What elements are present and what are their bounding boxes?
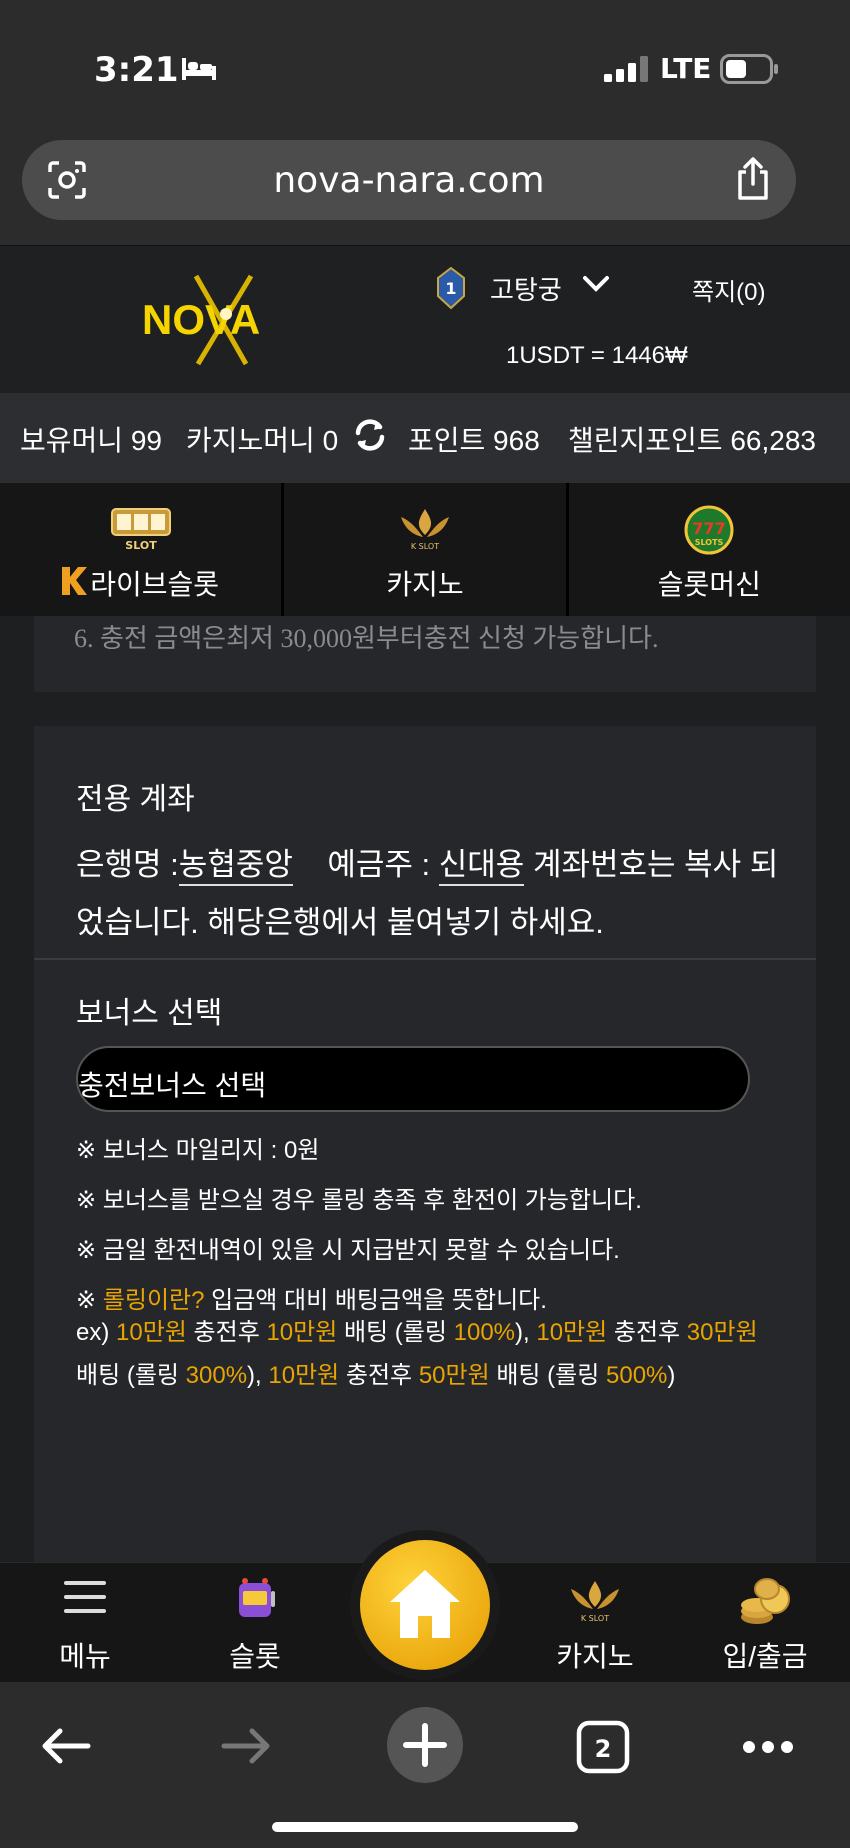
account-info: 은행명 :농협중앙 예금주 : 신대용 계좌번호는 복사 되었습니다. 해당은행… (76, 847, 779, 940)
url-text: nova-nara.com (273, 160, 545, 201)
svg-text:K SLOT: K SLOT (581, 1614, 609, 1623)
bonus-title: 보너스 선택 (76, 997, 223, 1030)
rolling-example: ex) 10만원 충전후 10만원 배팅 (롤링 100%), 10만원 충전후… (76, 1319, 758, 1389)
money-bar: 보유머니 99 카지노머니 0 포인트 968 챌린지포인트 66,283 (0, 393, 850, 483)
copy-message: 계좌번호는 복사 (532, 847, 742, 882)
messages-link[interactable]: 쪽지(0) (692, 272, 766, 307)
live-slot-icon: SLOT (110, 508, 171, 552)
svg-text:2: 2 (595, 1735, 612, 1763)
battery-icon (720, 54, 778, 84)
refresh-icon[interactable] (352, 417, 388, 453)
network-type: LTE (660, 52, 712, 85)
account-title: 전용 계좌 (76, 783, 195, 816)
slots-777-icon: 777 SLOTS (684, 505, 734, 555)
status-time: 3:21 (94, 50, 179, 90)
svg-text:1: 1 (445, 279, 456, 298)
home-icon (390, 1570, 460, 1638)
nav-label: 슬롯 (229, 1641, 281, 1672)
slot-machine-icon (239, 1578, 275, 1617)
bonus-notes: ※ 보너스 마일리지 : 0원 ※ 보너스를 받으실 경우 롤링 충족 후 환전… (76, 1126, 776, 1326)
svg-text:SLOTS: SLOTS (695, 538, 724, 547)
svg-text:777: 777 (693, 519, 726, 538)
url-bar[interactable]: nova-nara.com (22, 140, 796, 220)
status-bar: 3:21 LTE (0, 0, 850, 130)
category-label: 슬롯머신 (657, 569, 761, 600)
forward-arrow-icon[interactable] (220, 1726, 272, 1766)
site-header: NOVA 1 고탕궁 쪽지(0) 1USDT = 1446₩ (0, 245, 850, 393)
notice-card: 6. 충전 금액은최저 30,000원부터충전 신청 가능합니다. (34, 616, 816, 692)
nav-slot[interactable]: 슬롯 (170, 1563, 340, 1683)
k-slot-icon: K SLOT (400, 509, 449, 551)
bonus-mileage-note: ※ 보너스 마일리지 : 0원 (76, 1137, 320, 1164)
sleep-mode-icon (182, 58, 216, 80)
no-payment-note: ※ 금일 환전내역이 있을 시 지급받지 못할 수 있습니다. (76, 1237, 620, 1264)
nova-logo[interactable]: NOVA (136, 274, 306, 366)
nav-casino[interactable]: K SLOT 카지노 (510, 1563, 680, 1683)
category-label: 라이브슬롯 (90, 569, 220, 600)
svg-text:SLOT: SLOT (125, 539, 157, 552)
k-slot-icon: K SLOT (571, 1581, 619, 1623)
casino-money: 카지노머니 0 (186, 425, 339, 456)
home-indicator (272, 1822, 578, 1832)
back-arrow-icon[interactable] (40, 1726, 92, 1766)
deposit-minimum-notice: 6. 충전 금액은최저 30,000원부터충전 신청 가능합니다. (74, 624, 659, 653)
username[interactable]: 고탕궁 (490, 270, 562, 307)
coins-icon (741, 1578, 790, 1624)
new-tab-icon[interactable] (386, 1706, 464, 1784)
account-holder: 신대용 (438, 847, 525, 886)
rolling-required-note: ※ 보너스를 받으실 경우 롤링 충족 후 환전이 가능합니다. (76, 1187, 642, 1214)
divider (34, 958, 816, 960)
nav-deposit[interactable]: 입/출금 (680, 1563, 850, 1683)
nav-label: 카지노 (556, 1641, 634, 1672)
signal-icon (604, 56, 648, 82)
nav-label: 입/출금 (722, 1641, 808, 1672)
nav-label: 메뉴 (59, 1641, 111, 1672)
more-options-icon[interactable] (742, 1740, 794, 1754)
challenge-points: 챌린지포인트 66,283 (568, 425, 816, 456)
browser-url-area: nova-nara.com (0, 130, 850, 245)
category-live-slot[interactable]: SLOT 라이브슬롯 (0, 483, 285, 616)
category-label: 카지노 (386, 569, 464, 600)
exchange-rate: 1USDT = 1446₩ (506, 342, 688, 369)
svg-text:NOVA: NOVA (142, 296, 260, 343)
category-slot-machine[interactable]: 777 SLOTS 슬롯머신 (569, 483, 850, 616)
deposit-content: 6. 충전 금액은최저 30,000원부터충전 신청 가능합니다. 전용 계좌 … (0, 616, 850, 1566)
hamburger-icon (64, 1581, 106, 1613)
category-casino[interactable]: K SLOT 카지노 (284, 483, 569, 616)
bonus-select[interactable]: 충전보너스 선택 (76, 1046, 750, 1112)
home-button[interactable] (350, 1530, 500, 1680)
share-icon[interactable] (734, 156, 772, 202)
nav-menu[interactable]: 메뉴 (0, 1563, 170, 1683)
svg-text:K SLOT: K SLOT (411, 542, 439, 551)
chevron-down-icon[interactable] (582, 274, 610, 294)
holding-money: 보유머니 99 (20, 425, 162, 456)
points: 포인트 968 (408, 425, 540, 456)
home-button-inner (360, 1540, 490, 1670)
tabs-icon[interactable]: 2 (576, 1720, 630, 1774)
bonus-select-value: 충전보너스 선택 (78, 1070, 267, 1101)
deposit-form-card: 전용 계좌 은행명 :농협중앙 예금주 : 신대용 계좌번호는 복사 되었습니다… (34, 726, 816, 1566)
bank-name: 농협중앙 (178, 847, 293, 886)
category-nav: SLOT 라이브슬롯 K SLOT 카지노 777 SLOTS 슬롯머신 (0, 483, 850, 616)
level-badge-icon: 1 (437, 266, 465, 310)
